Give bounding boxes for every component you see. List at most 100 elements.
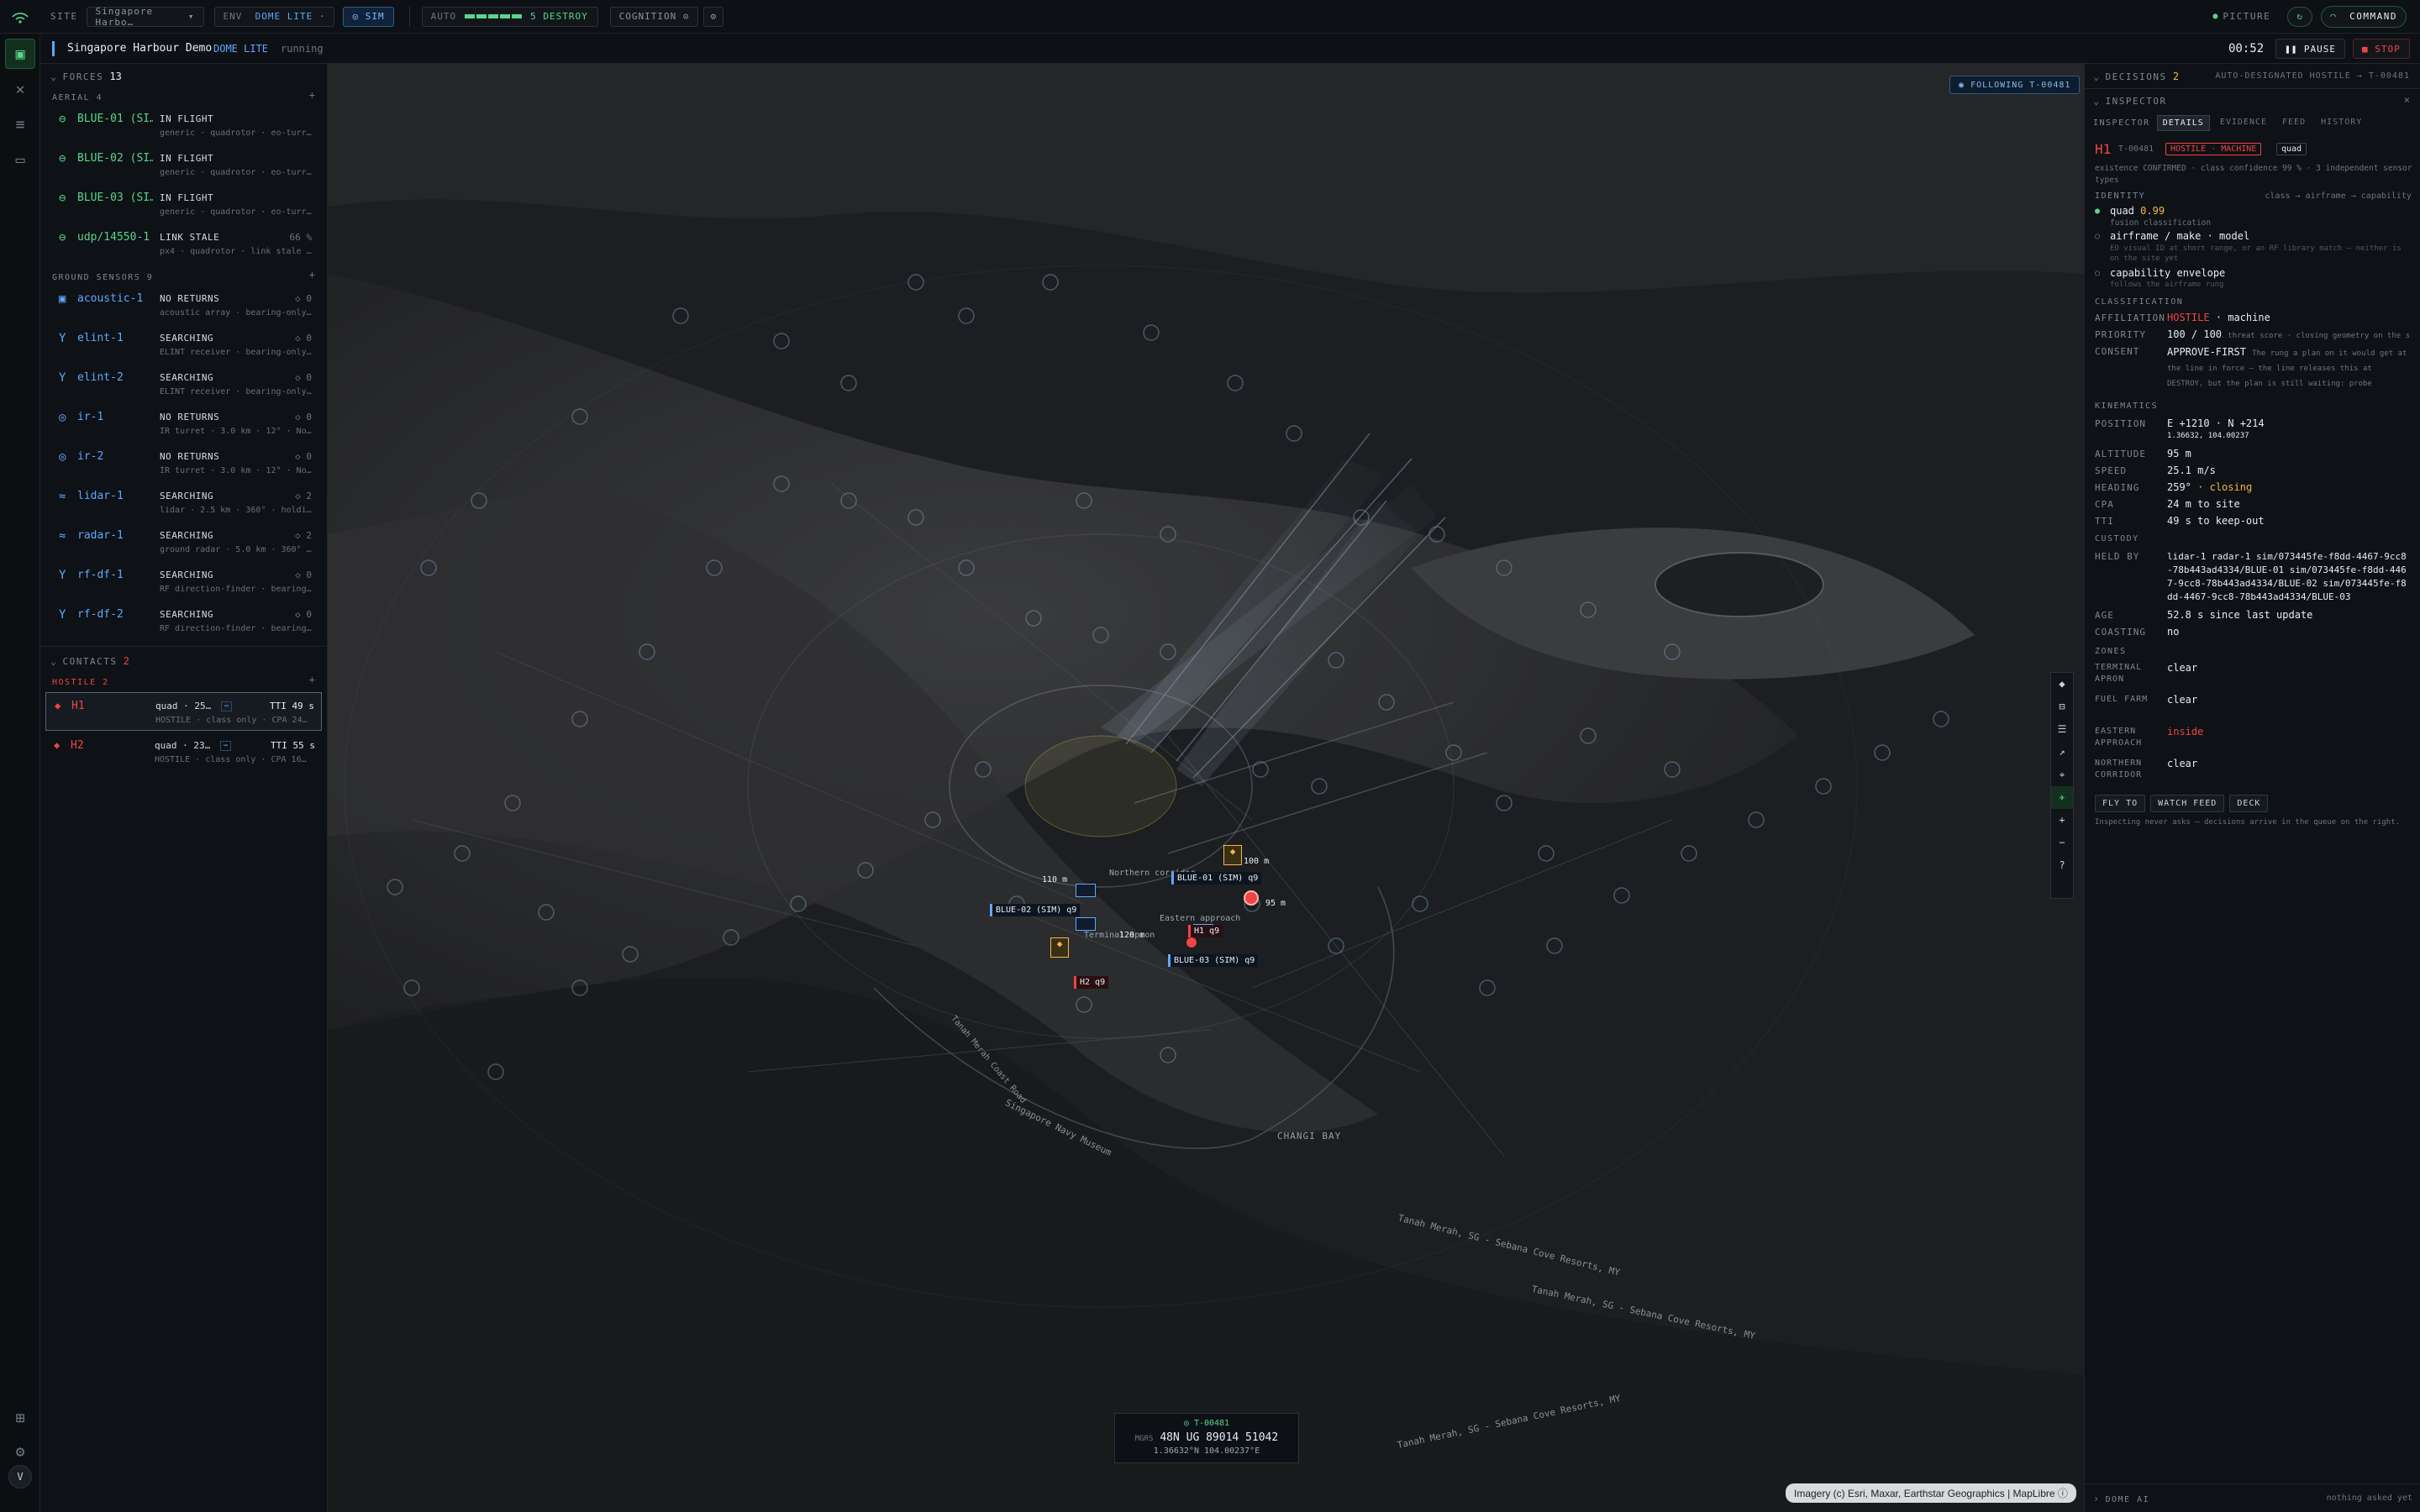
picture-label[interactable]: PICTURE [2223,11,2270,22]
zone-name: NORTHERN CORRIDOR [2095,759,2143,780]
decisions-header[interactable]: ⌄ DECISIONS 2 AUTO-DESIGNATED HOSTILE → … [2085,64,2420,89]
filter-icon[interactable]: ☰ [2051,718,2073,741]
sensor-item[interactable]: ≈ lidar-1 SEARCHING ◇ 2 lidar · 2.5 km · 360… [40,483,327,522]
tab-history[interactable]: HISTORY [2316,115,2367,131]
avatar[interactable]: V [8,1465,32,1488]
list-button[interactable]: ≡ [5,109,35,139]
existence-text: existence CONFIRMED · class confidence 9… [2095,164,2412,185]
zone-name: EASTERN APPROACH [2095,727,2143,748]
following-badge[interactable]: ◉ FOLLOWING T-00481 [1949,76,2081,94]
blue-02-label[interactable]: BLUE-02 (SIM) q9 [990,904,1081,916]
h1-label[interactable]: H1 q9 [1188,925,1223,937]
sensor-item[interactable]: ◎ ir-2 NO RETURNS ◇ 0 IR turret · 3.0 km · 1… [40,444,327,483]
aerial-item[interactable]: ⊖ BLUE-02 (SI… IN FLIGHT generic · quadroto… [40,145,327,185]
sensor-item[interactable]: Yelint-2 SEARCHING ◇ 0 ELINT receiver · bea… [40,365,327,404]
dome-ai-bar[interactable]: › DOME AI nothing asked yet [2085,1483,2420,1512]
blue-03-label[interactable]: BLUE-03 (SIM) q9 [1168,954,1259,967]
measure-icon[interactable]: ↗ [2051,741,2073,764]
video-button[interactable]: ▭ [5,144,35,175]
contacts-header[interactable]: ⌄ CONTACTS 2 [40,652,327,670]
stop-button[interactable]: ■ STOP [2353,39,2410,59]
zoom-in-icon[interactable]: + [2051,809,2073,832]
left-rail: ▣ ✕ ≡ ▭ ⊞ ⚙ V [0,34,40,1512]
add-icon[interactable]: + [309,269,315,281]
affiliation-label: AFFILIATION [2095,312,2165,323]
h1-hostile-marker[interactable] [1244,890,1259,906]
expand-icon: › [2093,1493,2100,1504]
info-icon[interactable]: ⓘ [2058,1488,2068,1499]
contact-item[interactable]: ◆ H2 quad · 23… ⋯ TTI 55 s HOSTILE · class on… [45,732,322,771]
pause-button[interactable]: ❚❚ PAUSE [2275,39,2345,59]
blue-track-icon[interactable] [1076,917,1096,931]
ground-sensor-marker[interactable]: ◆ [1223,845,1242,865]
tab-feed[interactable]: FEED [2277,115,2311,131]
drone-icon: ⊖ [59,152,66,165]
auto-level-control[interactable]: AUTO 5 DESTROY [421,6,598,27]
blue-02-track-icon[interactable] [1076,884,1096,897]
aerial-status: LINK STALE [160,232,220,243]
sensor-name: elint-1 [77,332,124,344]
blue-01-label[interactable]: BLUE-01 (SIM) q9 [1171,872,1262,885]
contact-item[interactable]: ◆ H1 quad · 25… ⋯ TTI 49 s HOSTILE · class on… [45,692,322,731]
aerial-item[interactable]: ⊖ BLUE-01 (SI… IN FLIGHT generic · quadroto… [40,106,327,145]
signal-logo-icon [0,0,40,34]
cognition-toggle[interactable]: COGNITION ⊙ [609,6,699,27]
drone-icon: ⊖ [59,113,66,126]
site-select[interactable]: Singapore Harbo… ▾ [86,5,204,28]
tab-details[interactable]: DETAILS [2156,114,2210,131]
affiliation-rest: · machine [2215,312,2270,323]
aerial-item[interactable]: ⊖ udp/14550-1 LINK STALE 66 % px4 · quadroto… [40,224,327,264]
identity-class: quad 0.99 [2110,205,2165,217]
close-icon[interactable]: × [2404,94,2410,106]
cpa-label: CPA [2095,499,2114,510]
contact-desc: quad · 25… [155,701,212,711]
ground-sensor-marker[interactable]: ◆ [1050,937,1069,958]
decisions-title: DECISIONS [2105,71,2167,82]
identity-capability: capability envelope [2110,267,2226,279]
zoom-out-icon[interactable]: − [2051,832,2073,854]
contact-desc2: HOSTILE · class only · CPA 24… [155,716,308,725]
sensor-item[interactable]: Yrf-df-1 SEARCHING ◇ 0 RF direction-finder … [40,562,327,601]
alt-label: 100 m [1244,857,1270,866]
map-view[interactable]: Northern corridor Eastern approach Termi… [328,64,2084,1512]
attribution-text: Imagery (c) Esri, Maxar, Earthstar Geogr… [1794,1488,2055,1499]
sensor-item[interactable]: Yrf-df-2 SEARCHING ◇ 0 RF direction-finder … [40,601,327,641]
layers-icon[interactable]: ⊟ [2051,696,2073,718]
sensor-count: ◇ 2 [295,491,312,501]
sensor-name: lidar-1 [77,490,124,502]
sensor-item[interactable]: Yelint-1 SEARCHING ◇ 0 ELINT receiver · bea… [40,325,327,365]
map-view-button[interactable]: ▣ [5,39,35,69]
sim-toggle[interactable]: ◎ SIM [343,6,394,27]
affiliation-value: HOSTILE · machine [2167,312,2270,323]
settings-rail-button[interactable]: ⚙ [5,1436,35,1467]
help-icon[interactable]: ? [2051,854,2073,877]
h2-label[interactable]: H2 q9 [1074,976,1109,989]
drone-icon[interactable]: ✈ [2051,786,2073,809]
site-value: Singapore Harbo… [95,5,154,28]
watch-feed-button[interactable]: WATCH FEED [2150,795,2225,812]
env-select[interactable]: ENV DOME LITE · [213,6,335,27]
refresh-button[interactable]: ↻ [2287,6,2313,27]
compass-icon[interactable]: ◆ [2051,673,2073,696]
zone-row: FUEL FARM clear [2085,694,2420,726]
sensor-desc: lidar · 2.5 km · 360° · holdi… [160,506,312,515]
forces-header[interactable]: ⌄ FORCES 13 [40,64,327,87]
crosshair-icon[interactable]: ⌖ [2051,764,2073,786]
sensor-item[interactable]: ≈ radar-1 SEARCHING ◇ 2 ground radar · 5.0 k… [40,522,327,562]
fly-to-button[interactable]: FLY TO [2095,795,2146,812]
h2-hostile-marker[interactable] [1186,937,1197,948]
deck-button[interactable]: DECK [2229,795,2269,812]
add-icon[interactable]: + [309,674,315,685]
sensor-item[interactable]: ◎ ir-1 NO RETURNS ◇ 0 IR turret · 3.0 km · 1… [40,404,327,444]
sensor-item[interactable]: ▣ acoustic-1 NO RETURNS ◇ 0 acoustic array ·… [40,286,327,325]
command-button[interactable]: ◠ COMMAND [2321,5,2407,28]
add-icon[interactable]: + [309,89,315,101]
zone-row: NORTHERN CORRIDOR clear [2085,758,2420,790]
sensor-status: SEARCHING [160,333,214,344]
tools-button[interactable]: ✕ [5,74,35,104]
tab-evidence[interactable]: EVIDENCE [2215,115,2272,131]
pause-icon: ❚❚ [2285,43,2298,55]
settings-button[interactable]: ⚙ [703,6,724,27]
aerial-item[interactable]: ⊖ BLUE-03 (SI… IN FLIGHT generic · quadroto… [40,185,327,224]
grid-button[interactable]: ⊞ [5,1403,35,1433]
